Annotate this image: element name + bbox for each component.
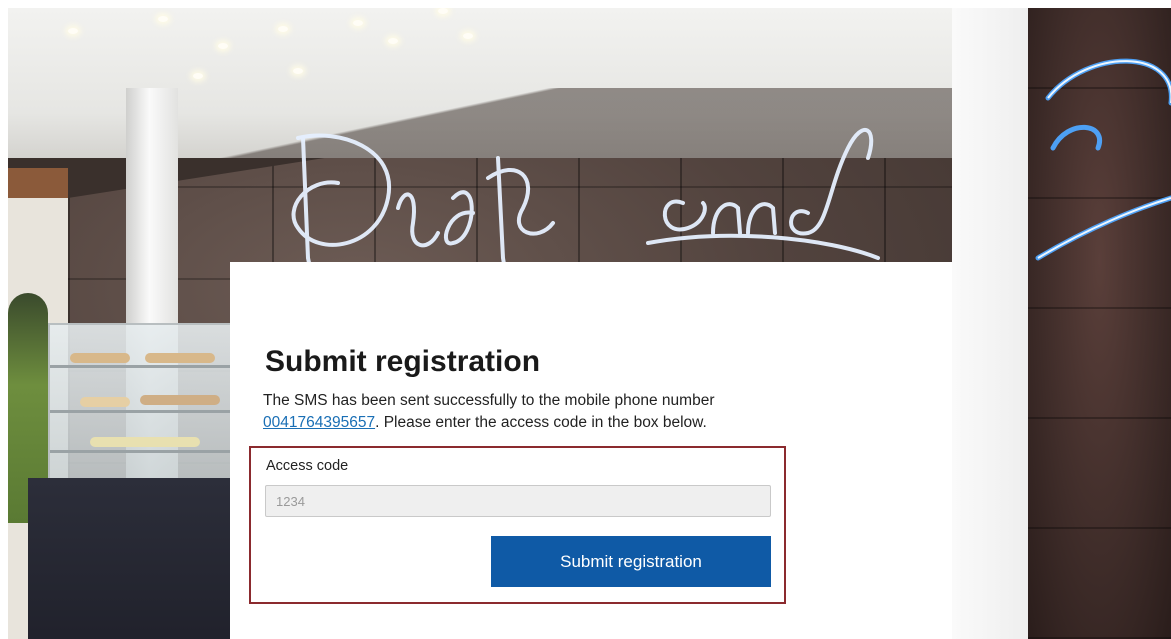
- access-code-label: Access code: [266, 458, 349, 474]
- display-counter: [48, 323, 242, 487]
- registration-card: Submit registration The SMS has been sen…: [230, 262, 952, 639]
- counter-base: [28, 478, 238, 639]
- submit-registration-button[interactable]: Submit registration: [491, 536, 771, 587]
- access-code-input[interactable]: [265, 485, 771, 517]
- phone-number-link[interactable]: 0041764395657: [263, 414, 375, 431]
- message-text: The SMS has been sent successfully to th…: [263, 392, 715, 409]
- access-code-section: Access code Submit registration: [249, 446, 786, 604]
- page-title: Submit registration: [265, 345, 541, 378]
- message-text-after: . Please enter the access code in the bo…: [375, 414, 707, 431]
- sms-message: The SMS has been sent successfully to th…: [263, 390, 783, 434]
